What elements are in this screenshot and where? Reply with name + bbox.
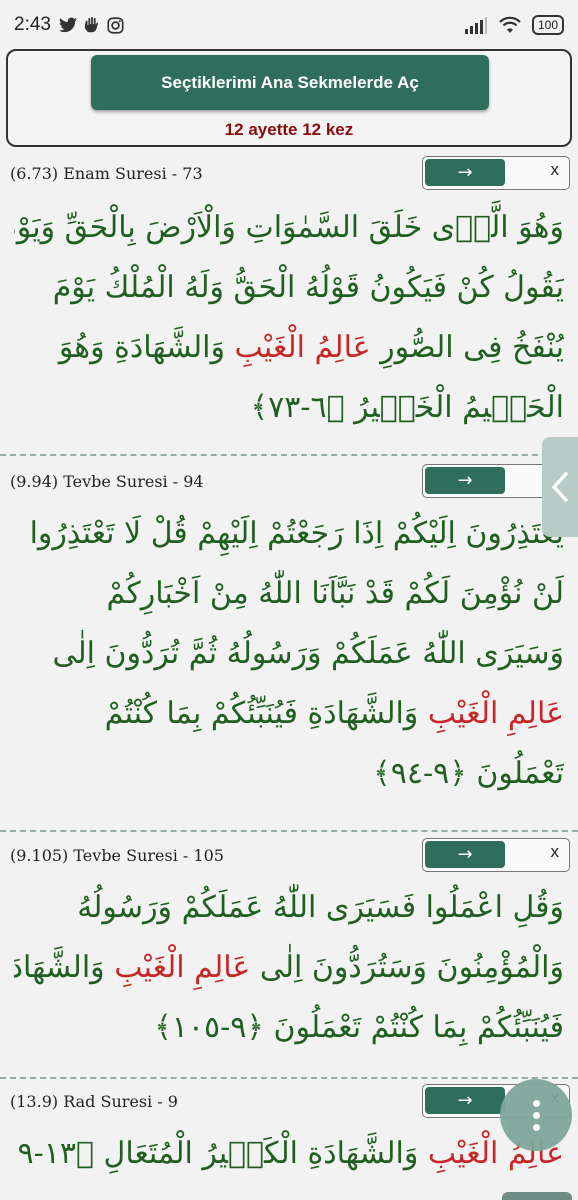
highlighted-phrase: عَالِمُ الْغَيْبِ (234, 330, 371, 365)
hand-icon (84, 17, 98, 33)
go-to-verse-button[interactable]: → (425, 467, 505, 494)
open-in-main-tabs-button[interactable]: Seçtiklerimi Ana Sekmelerde Aç (91, 55, 489, 110)
verse-segment: تَعْمَلُونَ ﴿٩-٩٤﴾ (373, 756, 564, 791)
status-bar: 2:43 100 (0, 0, 578, 50)
side-drawer-handle[interactable] (542, 437, 578, 537)
verse-segment: وَقُلِ اعْمَلُوا فَسَيَرَى اللّٰهُ عَمَل… (77, 890, 564, 925)
signal-icon (464, 17, 487, 34)
verse-segment: فَيُنَبِّئُكُمْ بِمَا كُنْتُمْ تَعْمَلُو… (154, 1010, 564, 1045)
verse-line: عَالِمُ الْغَيْبِ وَالشَّهَادَةِ الْكَب۪… (14, 1124, 564, 1184)
verse-divider (0, 1077, 578, 1079)
verse-segment: يَعْتَذِرُونَ اِلَيْكُمْ اِذَا رَجَعْتُم… (29, 516, 564, 551)
verse-segment: وَالشَّهَادَةِ الْكَب۪يرُ الْمُتَعَالِ ﴿… (14, 1136, 419, 1171)
verse-controls: → x (422, 838, 570, 872)
twitter-icon (58, 17, 77, 33)
verse-segment: وَالْمُؤْمِنُونَ وَسَتُرَدُّونَ اِلٰى (250, 950, 564, 985)
verse-line: فَيُنَبِّئُكُمْ بِمَا كُنْتُمْ تَعْمَلُو… (14, 998, 564, 1058)
verse-segment: وَسَيَرَى اللّٰهُ عَمَلَكُمْ وَرَسُولُهُ… (52, 636, 564, 671)
chevron-left-icon (552, 472, 568, 502)
close-button[interactable]: x (551, 842, 560, 862)
verse-segment: لَنْ نُؤْمِنَ لَكُمْ قَدْ نَبَّاَنَا الل… (106, 576, 565, 611)
verse-line: يُنْفَخُ فِى الصُّورِ عَالِمُ الْغَيْبِ … (14, 318, 564, 378)
verse-segment: وَهُوَ الَّذ۪ى خَلَقَ السَّمٰوَاتِ وَالْ… (14, 210, 564, 245)
verse-segment: يَقُولُ كُنْ فَيَكُونُ قَوْلُهُ الْحَقُّ… (52, 270, 564, 305)
verse-reference[interactable]: (9.94) Tevbe Suresi - 94 (10, 466, 204, 496)
highlighted-phrase: عَالِمِ الْغَيْبِ (427, 696, 564, 731)
selection-panel: Seçtiklerimi Ana Sekmelerde Aç 12 ayette… (6, 49, 572, 147)
verse-text: وَقُلِ اعْمَلُوا فَسَيَرَى اللّٰهُ عَمَل… (14, 878, 564, 1058)
go-to-verse-button[interactable]: → (425, 1087, 505, 1114)
verse-segment: الْحَك۪يمُ الْخَب۪يرُ ﴿٦-٧٣﴾ (250, 390, 564, 425)
verse-segment: وَالشَّهَادَةِ وَهُوَ (58, 330, 235, 365)
verse-line: الْحَك۪يمُ الْخَب۪يرُ ﴿٦-٧٣﴾ (14, 378, 564, 438)
verse-line: وَالْمُؤْمِنُونَ وَسَتُرَدُّونَ اِلٰى عَ… (14, 938, 564, 998)
highlighted-phrase: عَالِمِ الْغَيْبِ (114, 950, 251, 985)
verse-line: تَعْمَلُونَ ﴿٩-٩٤﴾ (14, 744, 564, 804)
verse-line: وَقُلِ اعْمَلُوا فَسَيَرَى اللّٰهُ عَمَل… (14, 878, 564, 938)
instagram-icon (107, 16, 124, 34)
verse-card: (9.105) Tevbe Suresi - 105 → x وَقُلِ اع… (0, 838, 578, 1070)
status-time: 2:43 (14, 14, 51, 35)
verse-line: لَنْ نُؤْمِنَ لَكُمْ قَدْ نَبَّاَنَا الل… (14, 564, 565, 624)
wifi-icon (499, 16, 521, 33)
verse-reference[interactable]: (6.73) Enam Suresi - 73 (10, 158, 203, 188)
dot-icon (532, 1123, 540, 1131)
verse-card: (13.9) Rad Suresi - 9 → x عَالِمُ الْغَي… (0, 1084, 578, 1200)
bottom-bar-edge (502, 1192, 572, 1200)
verse-card: (9.94) Tevbe Suresi - 94 → x يَعْتَذِرُو… (0, 464, 578, 824)
verse-segment: وَالشَّهَادَةِ (14, 950, 105, 985)
verse-controls: → x (422, 156, 570, 190)
dot-icon (532, 1111, 540, 1119)
verse-divider (0, 454, 578, 456)
close-button[interactable]: x (551, 160, 560, 180)
go-to-verse-button[interactable]: → (425, 159, 505, 186)
more-options-button[interactable] (500, 1079, 572, 1151)
occurrence-summary: 12 ayette 12 kez (224, 120, 354, 139)
verse-text: وَهُوَ الَّذ۪ى خَلَقَ السَّمٰوَاتِ وَالْ… (14, 198, 564, 438)
verse-line: يَعْتَذِرُونَ اِلَيْكُمْ اِذَا رَجَعْتُم… (14, 504, 564, 564)
verse-divider (0, 830, 578, 832)
verse-line: عَالِمِ الْغَيْبِ وَالشَّهَادَةِ فَيُنَب… (14, 684, 564, 744)
verse-line: وَسَيَرَى اللّٰهُ عَمَلَكُمْ وَرَسُولُهُ… (14, 624, 564, 684)
verse-segment: يُنْفَخُ فِى الصُّورِ (370, 330, 564, 365)
verse-card: (6.73) Enam Suresi - 73 → x وَهُوَ الَّذ… (0, 156, 578, 450)
verse-reference[interactable]: (9.105) Tevbe Suresi - 105 (10, 840, 224, 870)
status-icons-left (58, 16, 124, 34)
go-to-verse-button[interactable]: → (425, 841, 505, 868)
verse-line: يَقُولُ كُنْ فَيَكُونُ قَوْلُهُ الْحَقُّ… (14, 258, 564, 318)
verse-reference[interactable]: (13.9) Rad Suresi - 9 (10, 1086, 178, 1116)
verse-segment: وَالشَّهَادَةِ فَيُنَبِّئُكُمْ بِمَا كُن… (104, 696, 428, 731)
status-icons-right: 100 (464, 15, 564, 35)
verse-text: عَالِمُ الْغَيْبِ وَالشَّهَادَةِ الْكَب۪… (14, 1124, 564, 1184)
verse-text: يَعْتَذِرُونَ اِلَيْكُمْ اِذَا رَجَعْتُم… (14, 504, 564, 804)
verse-line: وَهُوَ الَّذ۪ى خَلَقَ السَّمٰوَاتِ وَالْ… (14, 198, 564, 258)
battery-icon: 100 (531, 15, 564, 35)
dot-icon (532, 1099, 540, 1107)
